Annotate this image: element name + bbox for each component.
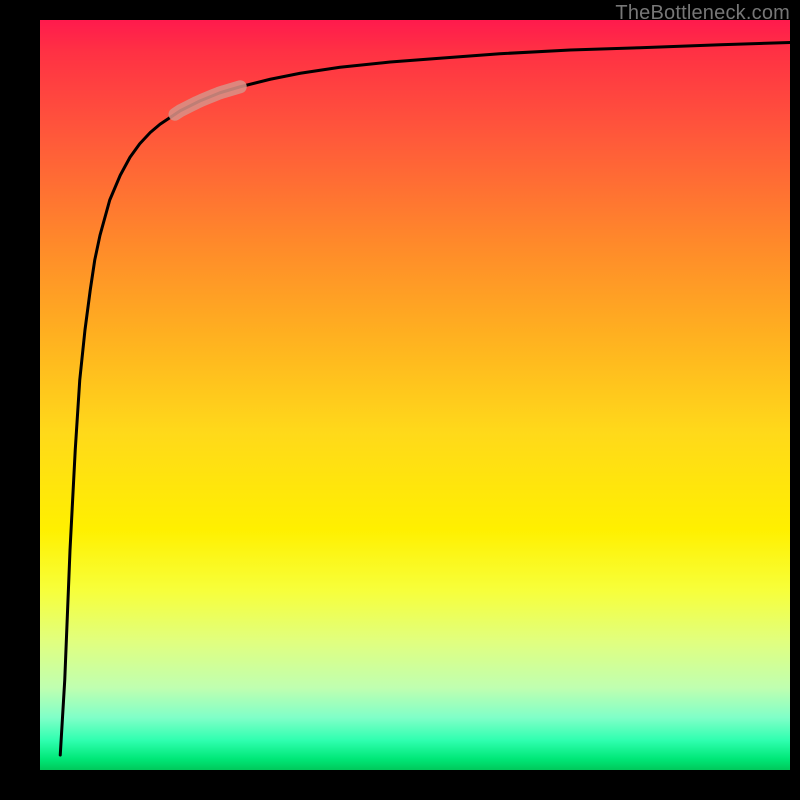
plot-area bbox=[40, 20, 790, 770]
highlight-segment bbox=[175, 87, 240, 115]
curve-layer bbox=[40, 20, 790, 770]
bottleneck-curve bbox=[60, 43, 790, 756]
attribution-text: TheBottleneck.com bbox=[615, 2, 790, 25]
chart-container: TheBottleneck.com bbox=[0, 0, 800, 800]
